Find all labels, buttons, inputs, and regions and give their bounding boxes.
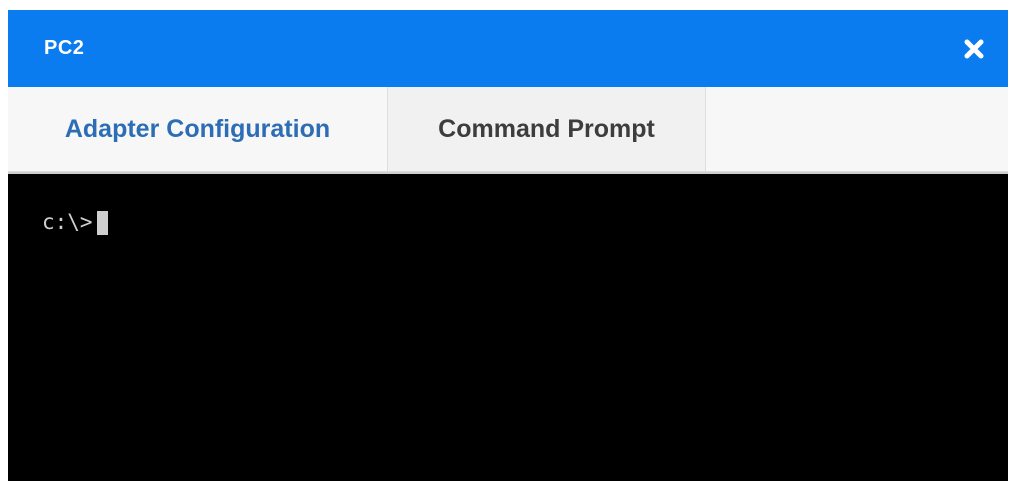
close-button[interactable] — [960, 35, 988, 63]
tab-adapter-configuration[interactable]: Adapter Configuration — [8, 87, 388, 171]
tab-bar: Adapter Configuration Command Prompt — [8, 87, 1008, 172]
window-title: PC2 — [44, 37, 85, 59]
text-cursor — [96, 211, 108, 235]
tab-adapter-configuration-label: Adapter Configuration — [64, 114, 331, 143]
command-prompt-terminal[interactable]: c:\> — [8, 172, 1008, 481]
prompt-line: c:\> — [42, 210, 108, 235]
pc2-window: PC2 Adapter Configuration Command Prompt… — [8, 10, 1008, 481]
window-titlebar: PC2 — [8, 10, 1008, 87]
tab-command-prompt[interactable]: Command Prompt — [388, 87, 706, 171]
prompt-text: c:\> — [42, 210, 93, 234]
close-icon — [964, 39, 984, 59]
tab-command-prompt-label: Command Prompt — [438, 114, 655, 143]
